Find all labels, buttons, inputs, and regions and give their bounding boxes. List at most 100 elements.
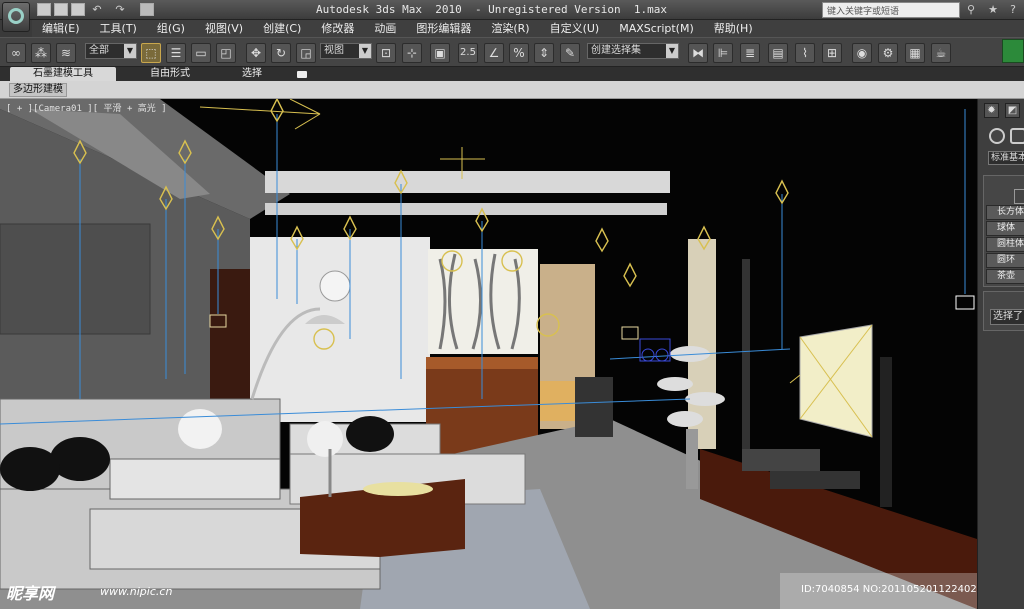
white-cushion-2: [307, 421, 343, 457]
teapot-button[interactable]: 茶壶: [986, 269, 1024, 284]
bind-space-warp-icon[interactable]: ≋: [56, 43, 76, 63]
selection-filter-value: 全部: [89, 45, 109, 56]
scale-icon[interactable]: ◲: [296, 43, 316, 63]
menu-rendering[interactable]: 渲染(R): [481, 20, 539, 37]
fruit-plate: [363, 482, 433, 496]
torus-button[interactable]: 圆环: [986, 253, 1024, 268]
app-logo-button[interactable]: [2, 2, 30, 32]
mirror-icon[interactable]: ⧓: [688, 43, 708, 63]
render-production-icon[interactable]: ☕: [931, 43, 951, 63]
menu-views[interactable]: 视图(V): [195, 20, 253, 37]
graphite-ribbon: 石墨建模工具 自由形式 选择: [0, 67, 1024, 81]
wall-clock: [319, 270, 351, 302]
undo-icon[interactable]: ↶: [90, 3, 104, 17]
new-file-icon[interactable]: [37, 3, 51, 16]
graphite-toggle-icon[interactable]: ▤: [768, 43, 788, 63]
modify-tab-icon[interactable]: ◩: [1005, 103, 1020, 118]
menu-customize[interactable]: 自定义(U): [540, 20, 610, 37]
black-cushion-3: [346, 416, 394, 452]
percent-snap-icon[interactable]: %: [509, 43, 529, 63]
layer-manager-icon[interactable]: ≣: [740, 43, 760, 63]
snaps-toggle-icon[interactable]: 2.5: [458, 43, 478, 63]
pivot-center-icon[interactable]: ⊡: [376, 43, 396, 63]
menu-graph-editors[interactable]: 图形编辑器: [406, 20, 481, 37]
geometry-category-icon[interactable]: [989, 128, 1005, 144]
project-folder-icon[interactable]: [140, 3, 154, 16]
ceiling-beam-lower: [265, 203, 667, 215]
dining-chair: [575, 377, 613, 437]
select-and-link-icon[interactable]: ∞: [6, 43, 26, 63]
menu-create[interactable]: 创建(C): [253, 20, 311, 37]
tab-graphite-modeling-tools[interactable]: 石墨建模工具: [10, 67, 116, 81]
render-active-icon[interactable]: [1002, 39, 1024, 63]
material-editor-icon[interactable]: ◉: [852, 43, 872, 63]
align-icon[interactable]: ⊫: [713, 43, 733, 63]
scene-render: [0, 99, 977, 609]
select-object-icon[interactable]: ⬚: [141, 43, 161, 63]
chevron-down-icon: ▼: [666, 44, 678, 58]
main-toolbar: ∞ ⁂ ≋ 全部 ▼ ⬚ ☰ ▭ ◰ ✥ ↻ ◲ 视图 ▼ ⊡ ⊹ ▣ 2.5 …: [0, 37, 1024, 67]
rectangular-selection-icon[interactable]: ▭: [191, 43, 211, 63]
spinner-snap-icon[interactable]: ⇕: [534, 43, 554, 63]
autogrid-checkbox[interactable]: [1014, 189, 1024, 204]
wall-frame: [0, 223, 151, 335]
create-tab-icon[interactable]: ✹: [984, 103, 999, 118]
tab-selection[interactable]: 选择: [232, 67, 272, 81]
redo-icon[interactable]: ↷: [113, 3, 127, 17]
menu-group[interactable]: 组(G): [147, 20, 195, 37]
rendered-frame-window-icon[interactable]: ▦: [905, 43, 925, 63]
rotate-icon[interactable]: ↻: [271, 43, 291, 63]
curve-editor-icon[interactable]: ⌇: [795, 43, 815, 63]
select-by-name-icon[interactable]: ☰: [166, 43, 186, 63]
chevron-down-icon: ▼: [359, 44, 371, 58]
search-input[interactable]: 键入关键字或短语: [822, 2, 960, 18]
window-title: Autodesk 3ds Max 2010 - Unregistered Ver…: [316, 3, 667, 16]
camera-viewport[interactable]: [ + ][Camera01 ][ 平滑 + 高光 ] 昵享网 www.nipi…: [0, 99, 977, 609]
selection-filter-dropdown[interactable]: 全部 ▼: [85, 43, 137, 59]
speaker-right: [880, 357, 892, 507]
sphere-button[interactable]: 球体: [986, 221, 1024, 236]
av-receiver: [742, 449, 820, 471]
dvd-player: [770, 471, 860, 489]
menu-modifiers[interactable]: 修改器: [311, 20, 364, 37]
binoculars-icon[interactable]: ⚲: [964, 3, 978, 17]
shapes-category-icon[interactable]: [1010, 128, 1024, 144]
save-file-icon[interactable]: [71, 3, 85, 16]
star-icon[interactable]: ★: [986, 3, 1000, 17]
menu-animation[interactable]: 动画: [364, 20, 406, 37]
named-selection-set-value: 创建选择集: [591, 45, 641, 56]
selection-set-field[interactable]: 选择了: [990, 309, 1024, 325]
cylinder-button[interactable]: 圆柱体: [986, 237, 1024, 252]
ribbon-collapse-toggle[interactable]: [297, 71, 307, 78]
reference-coordinate-dropdown[interactable]: 视图 ▼: [320, 43, 372, 59]
menu-tools[interactable]: 工具(T): [90, 20, 147, 37]
reference-coordinate-value: 视图: [324, 45, 344, 56]
menu-edit[interactable]: 编辑(E): [32, 20, 90, 37]
keyboard-shortcut-icon[interactable]: ▣: [430, 43, 450, 63]
named-selection-set-dropdown[interactable]: 创建选择集 ▼: [587, 43, 679, 59]
move-icon[interactable]: ✥: [246, 43, 266, 63]
menu-maxscript[interactable]: MAXScript(M): [609, 20, 704, 37]
tab-freeform[interactable]: 自由形式: [145, 67, 195, 81]
open-file-icon[interactable]: [54, 3, 68, 16]
speaker-left: [742, 259, 750, 459]
box-button[interactable]: 长方体: [986, 205, 1024, 220]
window-crossing-icon[interactable]: ◰: [216, 43, 236, 63]
edit-named-selection-icon[interactable]: ✎: [560, 43, 580, 63]
tv-screen: [799, 324, 873, 438]
angle-snap-icon[interactable]: ∠: [484, 43, 504, 63]
viewport-label[interactable]: [ + ][Camera01 ][ 平滑 + 高光 ]: [6, 101, 167, 114]
render-setup-icon[interactable]: ⚙: [878, 43, 898, 63]
watermark-url: www.nipic.cn: [100, 585, 173, 598]
object-category-dropdown[interactable]: 标准基本体: [988, 151, 1024, 165]
schematic-view-icon[interactable]: ⊞: [822, 43, 842, 63]
chevron-down-icon: ▼: [124, 44, 136, 58]
ceiling-beam: [265, 171, 670, 193]
polygon-modeling-panel-button[interactable]: 多边形建模: [9, 83, 67, 97]
unlink-icon[interactable]: ⁂: [31, 43, 51, 63]
menu-bar: 编辑(E) 工具(T) 组(G) 视图(V) 创建(C) 修改器 动画 图形编辑…: [32, 20, 1024, 37]
kitchen-cabinet: [540, 381, 575, 421]
select-manipulate-icon[interactable]: ⊹: [402, 43, 422, 63]
menu-help[interactable]: 帮助(H): [704, 20, 763, 37]
help-icon[interactable]: ?: [1006, 3, 1020, 17]
